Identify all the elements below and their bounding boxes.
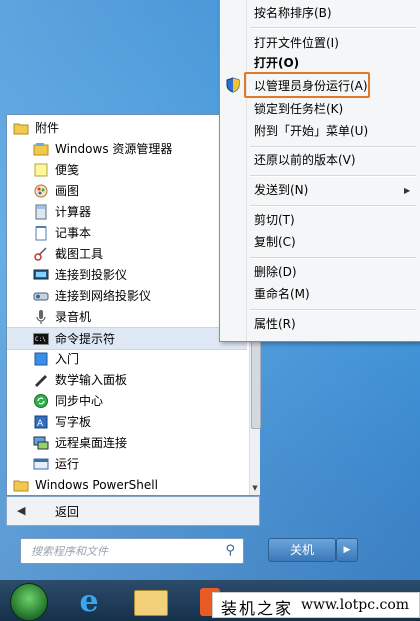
program-item-wordpad[interactable]: A 写字板 [7, 411, 247, 432]
remote-desktop-icon [33, 436, 49, 449]
menu-item-delete[interactable]: 删除(D) [254, 262, 414, 282]
wordpad-icon: A [34, 415, 48, 429]
folder-icon [13, 123, 29, 134]
uac-shield-icon [226, 77, 240, 93]
menu-item-run-as-admin[interactable]: 以管理员身份运行(A) [254, 76, 414, 96]
program-label: Windows 资源管理器 [55, 142, 173, 156]
internet-explorer-icon[interactable]: e [72, 586, 106, 618]
back-button[interactable]: ◀ 返回 [6, 496, 260, 526]
program-label: 计算器 [55, 205, 92, 219]
program-item-remote-desktop[interactable]: 远程桌面连接 [7, 432, 247, 453]
program-item-network-projector[interactable]: 连接到网络投影仪 [7, 285, 247, 306]
menu-separator [250, 175, 416, 177]
shutdown-button[interactable]: 关机 [268, 538, 336, 562]
menu-gutter [246, 0, 247, 341]
program-label: 附件 [35, 121, 60, 135]
program-label: Windows PowerShell [35, 477, 158, 492]
program-item-accessories[interactable]: 附件 [7, 117, 247, 138]
menu-separator [250, 257, 416, 259]
programs-list: 附件 Windows 资源管理器 便笺 画图 计算器 记事本 截图工具 连接到投… [7, 115, 249, 495]
run-icon [33, 458, 49, 469]
menu-item-sort-by-name[interactable]: 按名称排序(B) [254, 3, 414, 23]
sticky-notes-icon [34, 163, 48, 176]
sound-recorder-icon [36, 309, 46, 324]
search-icon: ⚲ [225, 543, 235, 558]
context-menu: 按名称排序(B) 打开文件位置(I) 打开(O) 以管理员身份运行(A) 锁定到… [219, 0, 420, 342]
program-item-sync-center[interactable]: 同步中心 [7, 390, 247, 411]
program-label: 数学输入面板 [55, 373, 128, 387]
program-label: 便笺 [55, 163, 80, 177]
start-orb-icon[interactable] [10, 583, 48, 621]
explorer-icon [33, 142, 49, 155]
search-placeholder: 搜索程序和文件 [31, 545, 108, 558]
program-label: 入门 [55, 352, 80, 366]
sync-center-icon [34, 393, 48, 408]
menu-item-restore-previous[interactable]: 还原以前的版本(V) [254, 150, 414, 170]
svg-text:A: A [37, 419, 44, 429]
program-label: 录音机 [55, 310, 92, 324]
submenu-arrow-icon: ▶ [404, 186, 411, 195]
menu-item-rename[interactable]: 重命名(M) [254, 284, 414, 304]
program-item-math-input[interactable]: 数学输入面板 [7, 369, 247, 390]
file-explorer-taskbar-icon[interactable] [134, 590, 168, 616]
watermark-banner: 装机之家 www.lotpc.com [212, 592, 420, 618]
menu-item-open-file-location[interactable]: 打开文件位置(I) [254, 33, 414, 53]
program-label: 同步中心 [55, 394, 104, 408]
search-input[interactable]: 搜索程序和文件 ⚲ [20, 538, 244, 564]
program-item-calculator[interactable]: 计算器 [7, 201, 247, 222]
menu-separator [250, 205, 416, 207]
program-item-sound-recorder[interactable]: 录音机 [7, 306, 247, 327]
scroll-down-arrow-icon[interactable]: ▼ [251, 484, 259, 492]
program-item-sticky-notes[interactable]: 便笺 [7, 159, 247, 180]
calculator-icon [35, 204, 47, 219]
program-item-paint[interactable]: 画图 [7, 180, 247, 201]
watermark-url: www.lotpc.com [301, 597, 410, 613]
getting-started-icon [34, 352, 48, 365]
projector-icon [33, 269, 49, 279]
menu-item-pin-to-taskbar[interactable]: 锁定到任务栏(K) [254, 99, 414, 119]
program-item-powershell[interactable]: Windows PowerShell [7, 474, 247, 495]
network-projector-icon [33, 292, 49, 300]
shutdown-options-arrow-icon[interactable]: ▶ [336, 538, 358, 562]
menu-item-properties[interactable]: 属性(R) [254, 314, 414, 334]
menu-separator [250, 309, 416, 311]
program-label: 记事本 [55, 226, 92, 240]
program-label: 截图工具 [55, 247, 104, 261]
program-label: 运行 [55, 457, 80, 471]
program-item-projector[interactable]: 连接到投影仪 [7, 264, 247, 285]
program-item-notepad[interactable]: 记事本 [7, 222, 247, 243]
program-item-explorer[interactable]: Windows 资源管理器 [7, 138, 247, 159]
back-arrow-icon: ◀ [17, 504, 26, 517]
cmd-icon: C:\ [33, 332, 49, 345]
program-label: 写字板 [55, 415, 92, 429]
program-label: 连接到投影仪 [55, 268, 128, 282]
program-label: 画图 [55, 184, 80, 198]
menu-item-cut[interactable]: 剪切(T) [254, 210, 414, 230]
program-item-run[interactable]: 运行 [7, 453, 247, 474]
menu-separator [250, 146, 416, 148]
notepad-icon [35, 225, 47, 240]
menu-item-copy[interactable]: 复制(C) [254, 232, 414, 252]
back-label: 返回 [55, 505, 80, 519]
math-input-icon [35, 374, 47, 387]
menu-item-pin-to-start[interactable]: 附到「开始」菜单(U) [254, 121, 414, 141]
menu-item-open[interactable]: 打开(O) [254, 53, 414, 73]
paint-icon [34, 184, 48, 197]
svg-text:C:\: C:\ [35, 336, 46, 343]
program-label: 命令提示符 [55, 332, 116, 346]
menu-separator [250, 27, 416, 29]
program-item-snipping-tool[interactable]: 截图工具 [7, 243, 247, 264]
program-label: 远程桌面连接 [55, 436, 128, 450]
program-item-cmd[interactable]: C:\ 命令提示符 [7, 327, 247, 350]
program-label: 连接到网络投影仪 [55, 289, 152, 303]
snipping-tool-icon [34, 246, 47, 261]
program-item-getting-started[interactable]: 入门 [7, 348, 247, 369]
watermark-brand: 装机之家 [221, 599, 294, 618]
menu-item-send-to[interactable]: 发送到(N) [254, 180, 414, 200]
folder-icon [13, 480, 29, 491]
